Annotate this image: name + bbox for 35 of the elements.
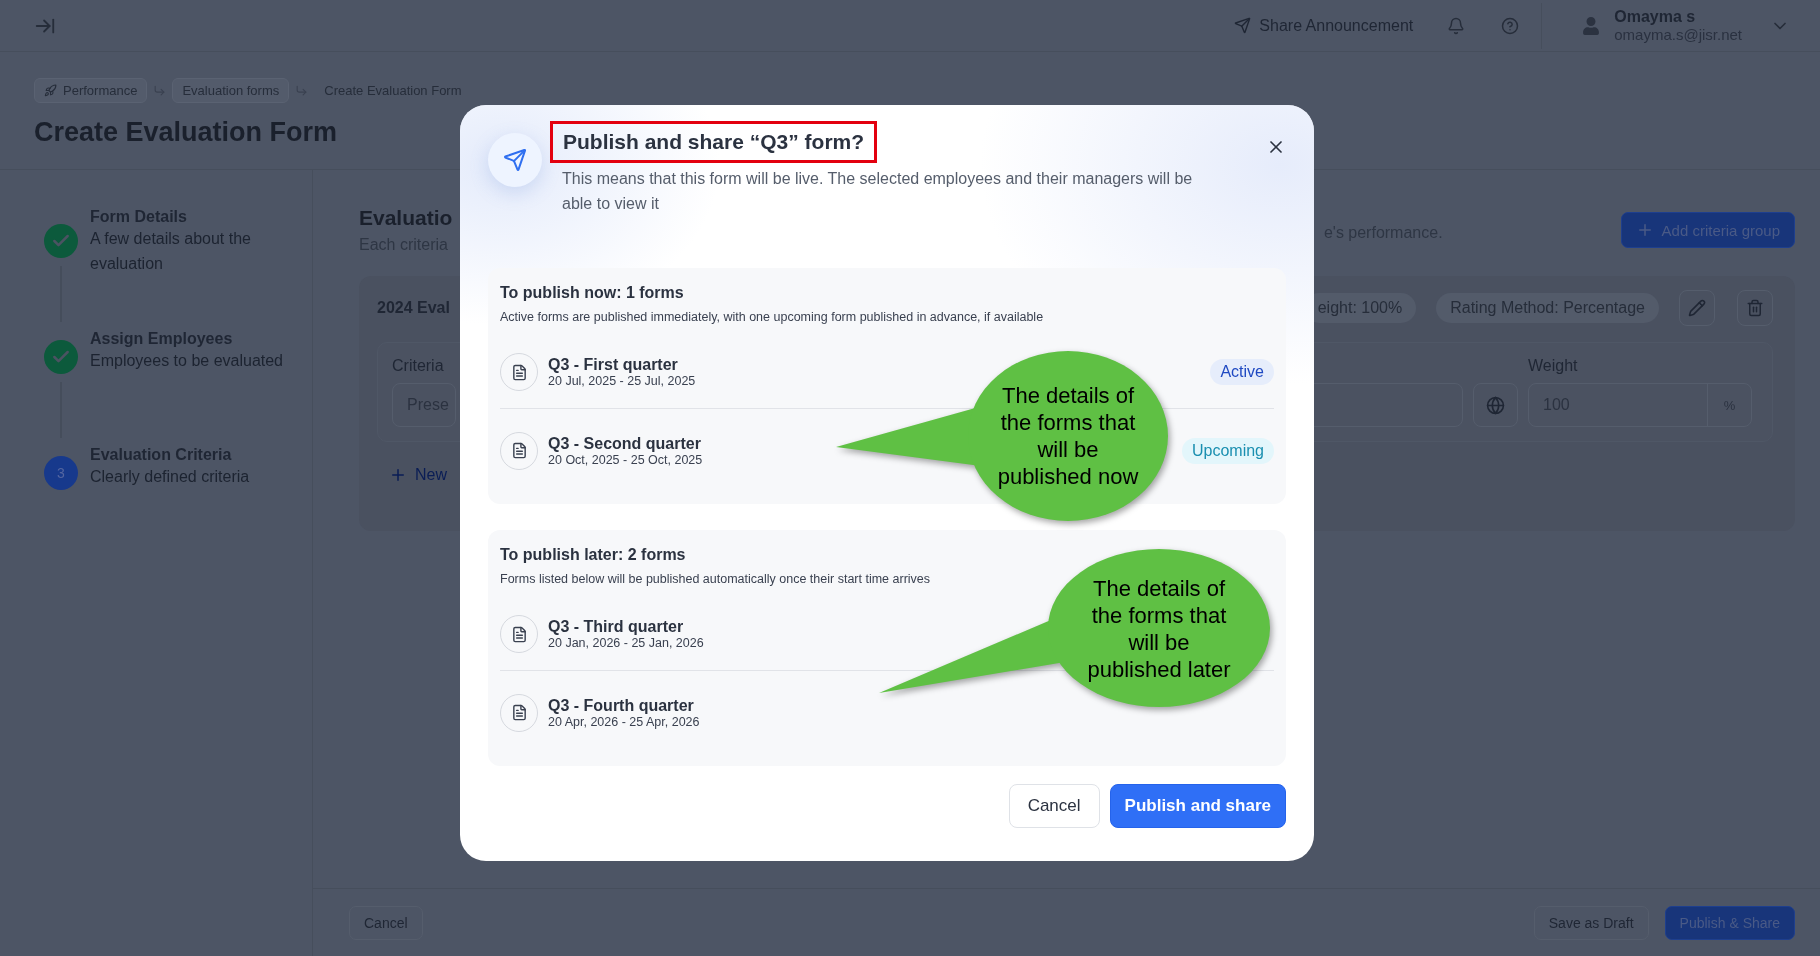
callout-text: The details of the forms that will be published later — [1086, 575, 1232, 683]
plus-icon — [389, 466, 407, 484]
form-dates: 20 Oct, 2025 - 25 Oct, 2025 — [548, 452, 703, 467]
user-avatar-icon — [1582, 16, 1601, 35]
publish-and-share-button[interactable]: Publish and share — [1109, 784, 1286, 828]
section-heading: To publish now: 1 forms — [500, 284, 685, 302]
dialog-description: This means that this form will be live. The selected employees and their managers will be able to view it — [562, 169, 1194, 214]
delete-icon[interactable] — [1737, 290, 1773, 326]
send-icon — [1234, 17, 1252, 34]
step-number: 3 — [44, 456, 78, 490]
form-name: Q3 - First quarter — [548, 356, 679, 374]
notifications-icon[interactable] — [1447, 16, 1466, 35]
form-name: Q3 - Third quarter — [548, 618, 685, 636]
status-badge: Upcoming — [1181, 437, 1274, 464]
section-title: Evaluatio — [359, 206, 453, 230]
section-heading: To publish later: 2 forms — [500, 546, 687, 564]
new-criteria-link[interactable]: New — [389, 466, 447, 484]
send-icon — [488, 133, 542, 187]
section-note: Active forms are published immediately, with one upcoming form published in advance, if available — [500, 310, 1045, 324]
form-dates: 20 Jan, 2026 - 25 Jan, 2026 — [548, 636, 704, 650]
form-name: Q3 - Fourth quarter — [548, 696, 695, 715]
form-dates: 20 Jul, 2025 - 25 Jul, 2025 — [548, 374, 696, 388]
rocket-icon — [44, 84, 57, 97]
callout-text: The details of the forms that will be published now — [996, 382, 1140, 490]
globe-icon[interactable] — [1473, 383, 1518, 427]
status-badge: Active — [1210, 359, 1274, 385]
dialog-title: Publish and share “Q3” form? — [550, 121, 878, 163]
form-dates: 20 Apr, 2026 - 25 Apr, 2026 — [548, 714, 700, 729]
help-icon[interactable] — [1501, 16, 1520, 35]
section-note: Forms listed below will be published automatically once their start time arrives — [500, 572, 932, 586]
percent-unit: % — [1707, 384, 1751, 426]
form-name: Q3 - Second quarter — [548, 434, 702, 453]
cancel-button[interactable]: Cancel — [1008, 784, 1100, 828]
edit-icon[interactable] — [1679, 290, 1715, 326]
page-title: Create Evaluation Form — [34, 117, 338, 148]
